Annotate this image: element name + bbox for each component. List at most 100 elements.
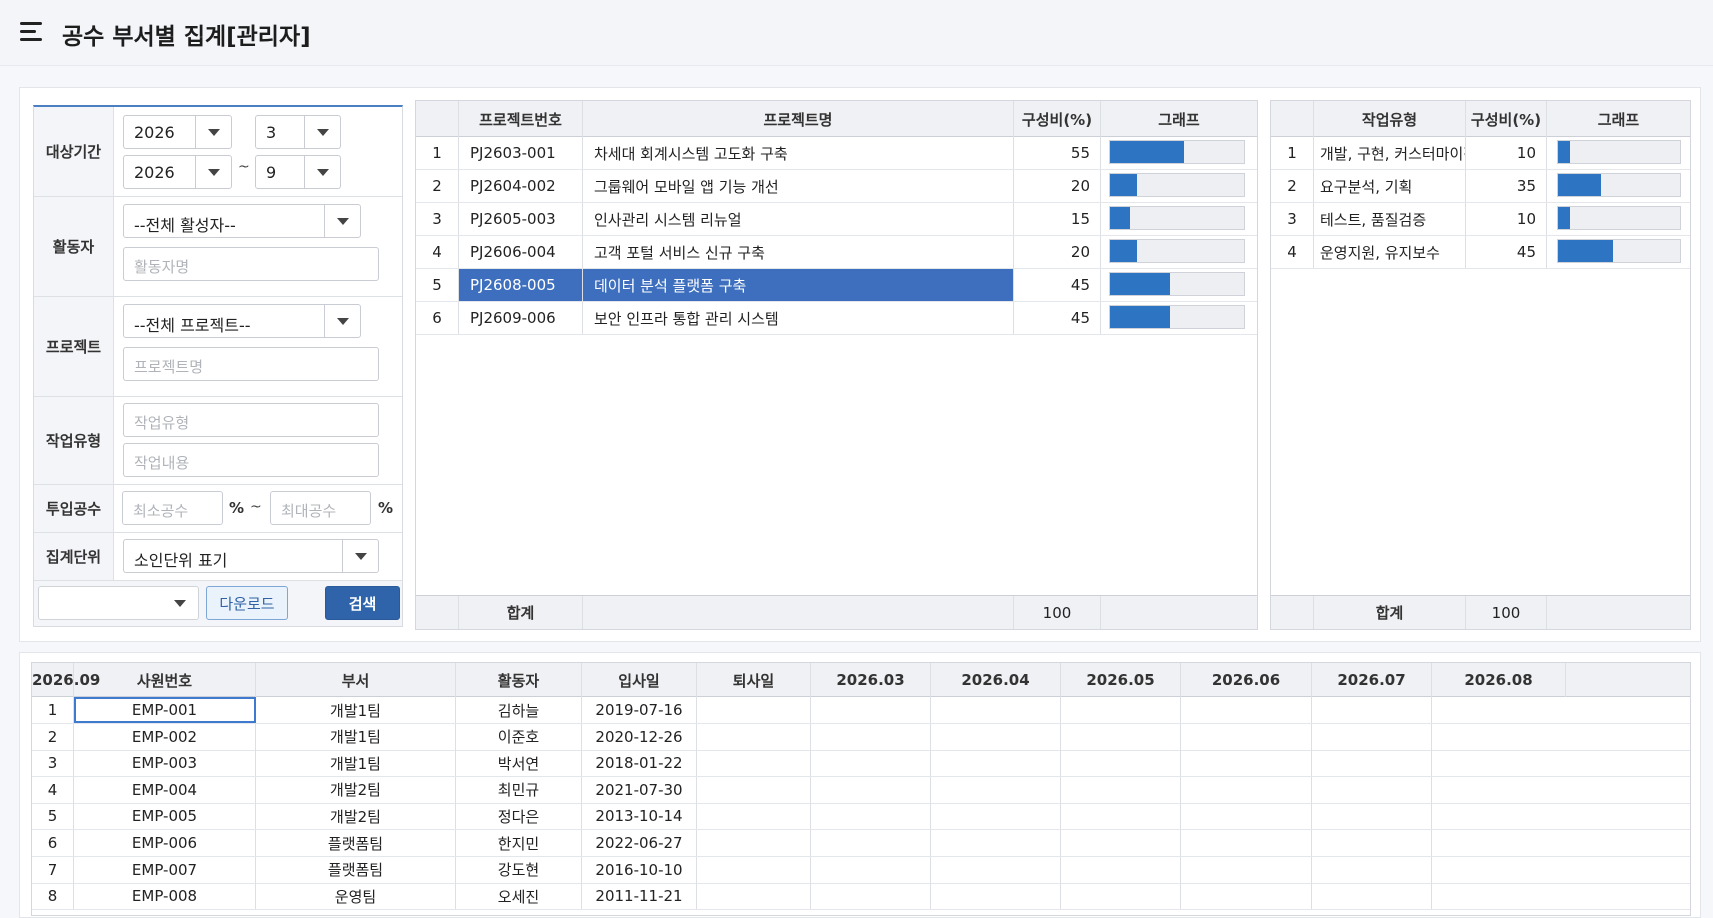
join-date: 2013-10-14 <box>582 803 697 830</box>
start-month-select[interactable]: 3 <box>255 115 341 149</box>
employee-grid: 사원번호 부서 활동자 입사일 퇴사일 2026.03 2026.04 2026.05 2026… <box>31 662 1691 916</box>
chevron-down-icon <box>324 305 360 337</box>
worker-name: 오세진 <box>456 883 582 910</box>
grid-cell <box>1181 776 1312 803</box>
ratio-value: 35 <box>1466 170 1547 202</box>
col-2026-08[interactable]: 2026.08 <box>1432 663 1566 697</box>
worktype-input[interactable]: 작업유형 <box>123 403 379 437</box>
min-effort-input[interactable]: 최소공수 <box>122 491 223 525</box>
grid-cell <box>697 776 811 803</box>
worker-select[interactable]: --전체 활성자-- <box>123 204 361 238</box>
start-year-select[interactable]: 2026 <box>123 115 232 149</box>
bar-fill <box>1110 174 1137 196</box>
grid-cell <box>697 750 811 777</box>
employee-no: EMP-003 <box>74 750 256 777</box>
ratio-bar <box>1547 170 1690 202</box>
table-row[interactable]: 6 EMP-006 플랫폼팀 한지민 2022-06-27 <box>32 830 1690 857</box>
table-row[interactable]: 4 운영지원, 유지보수 45 <box>1271 236 1690 269</box>
table-row[interactable]: 1 개발, 구현, 커스터마이징 10 <box>1271 137 1690 170</box>
grid-cell <box>1061 856 1181 883</box>
table-row[interactable]: 3 PJ2605-003 인사관리 시스템 리뉴얼 15 <box>416 203 1257 236</box>
project-name: 데이터 분석 플랫폼 구축 <box>583 269 1014 301</box>
col-ratio[interactable]: 구성비(%) <box>1466 101 1547 137</box>
period-label: 대상기간 <box>34 107 114 196</box>
col-ratio[interactable]: 구성비(%) <box>1014 101 1101 137</box>
col-2026-06[interactable]: 2026.06 <box>1181 663 1312 697</box>
join-date: 2016-10-10 <box>582 856 697 883</box>
grid-cell <box>1061 776 1181 803</box>
max-effort-input[interactable]: 최대공수 <box>270 491 371 525</box>
col-graph[interactable]: 그래프 <box>1547 101 1690 137</box>
end-month-select[interactable]: 9 <box>255 155 341 189</box>
grid-cell <box>697 723 811 750</box>
filter-row-worktype: 작업유형 작업유형 작업내용 <box>34 397 402 485</box>
table-row[interactable]: 3 EMP-003 개발1팀 박서연 2018-01-22 <box>32 750 1690 778</box>
bar-track <box>1109 272 1245 296</box>
filter-row-period: 대상기간 2026 3 2026 ~ 9 <box>34 107 402 197</box>
grid-cell <box>1181 697 1312 723</box>
project-grid-footer: 합계 100 <box>416 595 1257 629</box>
table-row[interactable]: 5 EMP-005 개발2팀 정다은 2013-10-14 <box>32 803 1690 831</box>
col-2026-05[interactable]: 2026.05 <box>1061 663 1181 697</box>
table-row[interactable]: 3 테스트, 품질검증 10 <box>1271 203 1690 236</box>
employee-no: EMP-007 <box>74 856 256 883</box>
employee-no: EMP-005 <box>74 803 256 830</box>
table-row[interactable]: 1 EMP-001 개발1팀 김하늘 2019-07-16 <box>32 697 1690 724</box>
row-number: 7 <box>32 856 74 883</box>
export-format-select[interactable] <box>38 586 199 620</box>
bar-track <box>1109 305 1245 329</box>
table-row[interactable]: 5 PJ2608-005 데이터 분석 플랫폼 구축 45 <box>416 269 1257 302</box>
department: 개발1팀 <box>256 723 456 750</box>
col-employee-no[interactable]: 사원번호 <box>74 663 256 697</box>
filter-row-effort: 투입공수 최소공수 % ~ 최대공수 % <box>34 485 402 533</box>
table-row[interactable]: 6 PJ2609-006 보안 인프라 통합 관리 시스템 45 <box>416 302 1257 335</box>
col-graph[interactable]: 그래프 <box>1101 101 1257 137</box>
grid-cell <box>1181 750 1312 777</box>
table-row[interactable]: 4 EMP-004 개발2팀 최민규 2021-07-30 <box>32 776 1690 804</box>
worktype-grid-header: 작업유형 구성비(%) 그래프 <box>1271 101 1690 137</box>
ratio-value: 10 <box>1466 203 1547 235</box>
download-button[interactable]: 다운로드 <box>206 586 288 620</box>
col-2026-03[interactable]: 2026.03 <box>811 663 931 697</box>
project-select[interactable]: --전체 프로젝트-- <box>123 304 361 338</box>
search-button[interactable]: 검색 <box>325 586 400 620</box>
ratio-bar <box>1547 236 1690 268</box>
max-percent: % <box>378 499 394 517</box>
col-department[interactable]: 부서 <box>256 663 456 697</box>
table-row[interactable]: 1 PJ2603-001 차세대 회계시스템 고도화 구축 55 <box>416 137 1257 170</box>
table-row[interactable]: 7 EMP-007 플랫폼팀 강도현 2016-10-10 <box>32 856 1690 884</box>
grid-cell <box>1312 856 1432 883</box>
col-project-code[interactable]: 프로젝트번호 <box>459 101 583 137</box>
table-row[interactable]: 2 요구분석, 기획 35 <box>1271 170 1690 203</box>
bar-fill <box>1558 207 1570 229</box>
department: 플랫폼팀 <box>256 830 456 856</box>
col-leave-date[interactable]: 퇴사일 <box>697 663 811 697</box>
unit-select[interactable]: 소인단위 표기 <box>123 539 379 573</box>
col-project-name[interactable]: 프로젝트명 <box>583 101 1014 137</box>
row-number: 3 <box>1271 203 1314 235</box>
menu-icon[interactable] <box>20 22 42 42</box>
grid-cell <box>1312 697 1432 723</box>
page-title: 공수 부서별 집계[관리자] <box>62 24 311 50</box>
table-row[interactable]: 2 PJ2604-002 그룹웨어 모바일 앱 기능 개선 20 <box>416 170 1257 203</box>
project-name-input[interactable]: 프로젝트명 <box>123 347 379 381</box>
col-2026-07[interactable]: 2026.07 <box>1312 663 1432 697</box>
table-row[interactable]: 4 PJ2606-004 고객 포털 서비스 신규 구축 20 <box>416 236 1257 269</box>
chevron-down-icon <box>304 156 340 188</box>
col-join-date[interactable]: 입사일 <box>582 663 697 697</box>
department: 개발2팀 <box>256 803 456 830</box>
end-year-select[interactable]: 2026 <box>123 155 232 189</box>
employee-no: EMP-004 <box>74 776 256 803</box>
worker-name: 강도현 <box>456 856 582 883</box>
worker-name-input[interactable]: 활동자명 <box>123 247 379 281</box>
col-worker[interactable]: 활동자 <box>456 663 582 697</box>
table-row[interactable]: 8 EMP-008 운영팀 오세진 2011-11-21 <box>32 883 1690 911</box>
table-row[interactable]: 2 EMP-002 개발1팀 이준호 2020-12-26 <box>32 723 1690 751</box>
col-2026-09[interactable]: 2026.09 <box>32 663 100 697</box>
bar-track <box>1109 239 1245 263</box>
workcontent-input[interactable]: 작업내용 <box>123 443 379 477</box>
row-number: 2 <box>416 170 459 202</box>
period-tilde: ~ <box>238 159 250 175</box>
col-2026-04[interactable]: 2026.04 <box>931 663 1061 697</box>
col-worktype[interactable]: 작업유형 <box>1314 101 1466 137</box>
